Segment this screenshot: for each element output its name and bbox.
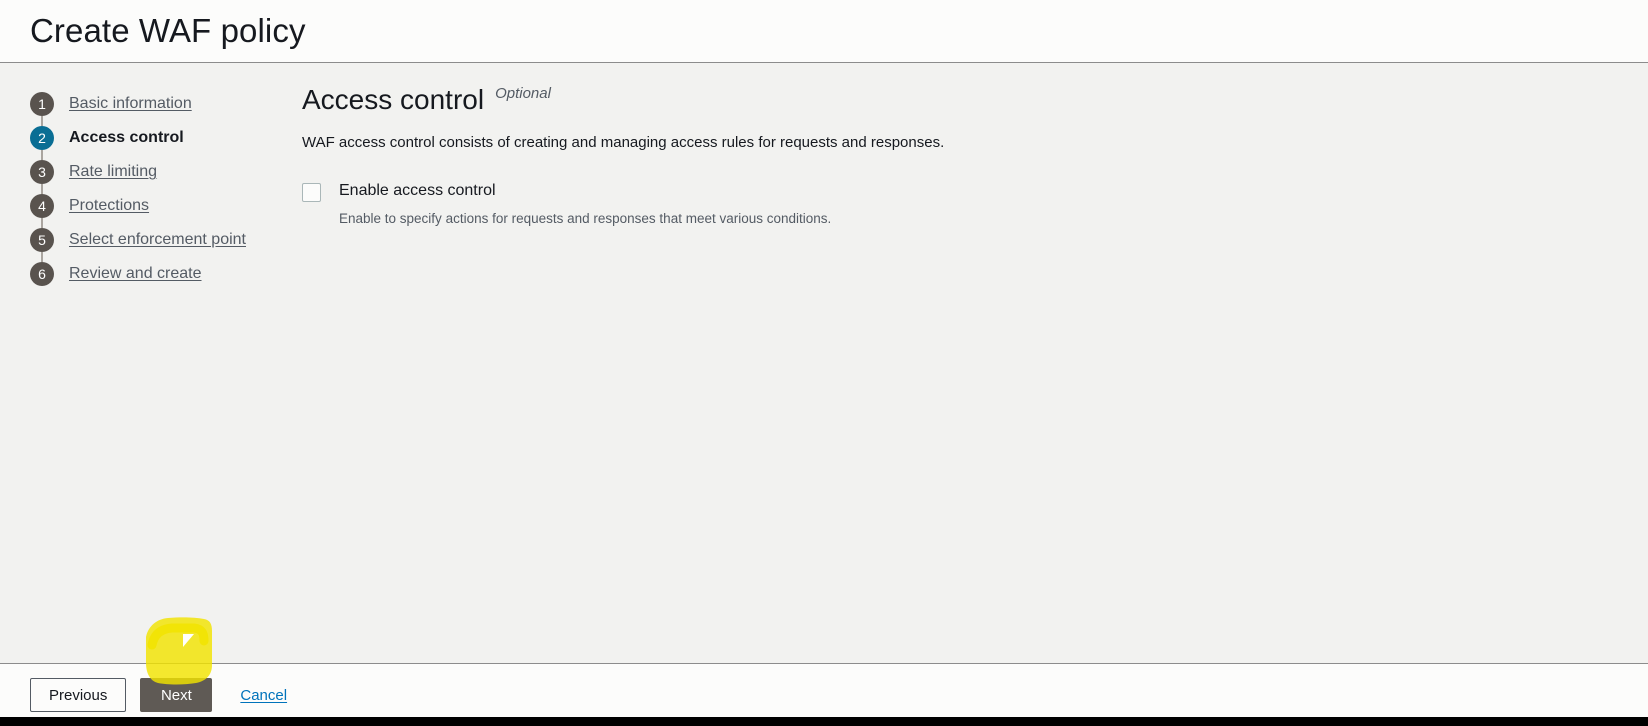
enable-access-control-field: Enable access control Enable to specify …: [302, 181, 1618, 228]
sidebar-item-label[interactable]: Review and create: [69, 265, 202, 283]
step-number-badge: 2: [30, 126, 54, 150]
section-description: WAF access control consists of creating …: [302, 134, 945, 151]
step-number-badge: 4: [30, 194, 54, 218]
enable-access-control-label[interactable]: Enable access control: [339, 181, 831, 201]
sidebar-item-label[interactable]: Protections: [69, 197, 149, 215]
section-title: Access control: [302, 84, 485, 115]
step-number-badge: 3: [30, 160, 54, 184]
previous-button[interactable]: Previous: [30, 678, 127, 712]
screen-bottom-strip: [0, 717, 1648, 726]
enable-access-control-checkbox[interactable]: [302, 183, 321, 202]
section-heading-row: Access control Optional: [302, 83, 1618, 117]
step-number-badge: 5: [30, 228, 54, 252]
create-waf-policy-wizard: Create WAF policy 1 Basic information 2 …: [0, 0, 1648, 726]
page-title: Create WAF policy: [30, 12, 306, 49]
wizard-body: 1 Basic information 2 Access control 3 R…: [0, 62, 1648, 664]
sidebar-item-label: Access control: [69, 129, 184, 146]
enable-access-control-text: Enable access control Enable to specify …: [339, 181, 831, 228]
sidebar-item-rate-limiting[interactable]: 3 Rate limiting: [30, 155, 300, 194]
sidebar-item-label[interactable]: Select enforcement point: [69, 231, 246, 249]
enable-access-control-description: Enable to specify actions for requests a…: [339, 211, 832, 226]
optional-badge: Optional: [495, 85, 551, 102]
sidebar-item-basic-information[interactable]: 1 Basic information: [30, 87, 300, 126]
wizard-step-navigation: 1 Basic information 2 Access control 3 R…: [0, 63, 300, 291]
step-number-badge: 1: [30, 92, 54, 116]
step-number-badge: 6: [30, 262, 54, 286]
wizard-header: Create WAF policy: [0, 0, 1648, 62]
sidebar-item-protections[interactable]: 4 Protections: [30, 189, 300, 228]
next-button[interactable]: Next: [140, 678, 213, 712]
sidebar-item-access-control[interactable]: 2 Access control: [30, 121, 300, 160]
sidebar-item-review-and-create[interactable]: 6 Review and create: [30, 257, 300, 291]
sidebar-item-label[interactable]: Basic information: [69, 95, 192, 113]
wizard-main-content: Access control Optional WAF access contr…: [300, 63, 1648, 228]
step-list: 1 Basic information 2 Access control 3 R…: [30, 87, 300, 291]
sidebar-item-select-enforcement-point[interactable]: 5 Select enforcement point: [30, 223, 300, 262]
sidebar-item-label[interactable]: Rate limiting: [69, 163, 157, 181]
cancel-link[interactable]: Cancel: [240, 687, 287, 704]
